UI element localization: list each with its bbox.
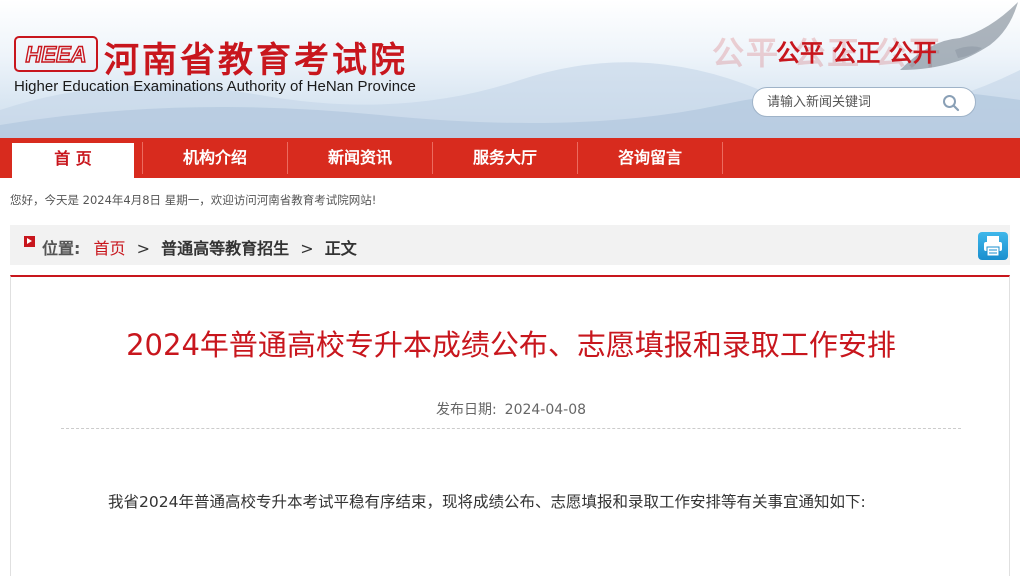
breadcrumb-current: 正文: [324, 239, 357, 258]
search-box: [752, 87, 976, 117]
nav-item-services[interactable]: 服务大厅: [433, 138, 577, 178]
location-marker-icon: [24, 236, 35, 247]
breadcrumb-separator: >: [300, 239, 314, 258]
printer-icon: [984, 236, 1002, 257]
breadcrumb: 位置: 首页 > 普通高等教育招生 > 正文: [42, 235, 357, 259]
welcome-text: 您好，今天是 2024年4月8日 星期一，欢迎访问河南省教育考试院网站!: [10, 193, 377, 207]
article-date: 发布日期: 2024-04-08: [11, 399, 1011, 419]
publish-date-label: 发布日期:: [435, 402, 497, 418]
site-title: 河南省教育考试院: [104, 41, 409, 81]
search-icon[interactable]: [941, 93, 961, 113]
main-nav: 首 页 机构介绍 新闻资讯 服务大厅 咨询留言: [0, 138, 1020, 178]
article-title: 2024年普通高校专升本成绩公布、志愿填报和录取工作安排: [126, 328, 896, 362]
nav-item-about[interactable]: 机构介绍: [143, 138, 287, 178]
nav-item-home[interactable]: 首 页: [12, 143, 134, 178]
site-header: HEEA 河南省教育考试院 Higher Education Examinati…: [0, 0, 1020, 138]
breadcrumb-label: 位置:: [42, 239, 81, 258]
nav-divider: [722, 142, 723, 174]
heea-logo[interactable]: HEEA: [14, 36, 98, 72]
site-subtitle: Higher Education Examinations Authority …: [14, 78, 416, 95]
nav-item-inquiry[interactable]: 咨询留言: [578, 138, 722, 178]
breadcrumb-home-link[interactable]: 首页: [94, 239, 126, 258]
publish-date-value: 2024-04-08: [504, 402, 587, 418]
slogan: 公平 公正 公开: [776, 39, 937, 67]
breadcrumb-separator: >: [136, 239, 151, 258]
breadcrumb-bar: 位置: 首页 > 普通高等教育招生 > 正文: [10, 225, 1010, 265]
article-container: 2024年普通高校专升本成绩公布、志愿填报和录取工作安排 发布日期: 2024-0…: [10, 275, 1010, 576]
nav-item-news[interactable]: 新闻资讯: [288, 138, 432, 178]
breadcrumb-section-link[interactable]: 普通高等教育招生: [161, 239, 289, 258]
search-input[interactable]: [767, 92, 937, 112]
title-divider: [61, 428, 961, 429]
article-body-paragraph: 我省2024年普通高校专升本考试平稳有序结束，现将成绩公布、志愿填报和录取工作安…: [108, 493, 866, 511]
print-button[interactable]: [978, 232, 1008, 260]
logo-text: HEEA: [25, 42, 86, 67]
